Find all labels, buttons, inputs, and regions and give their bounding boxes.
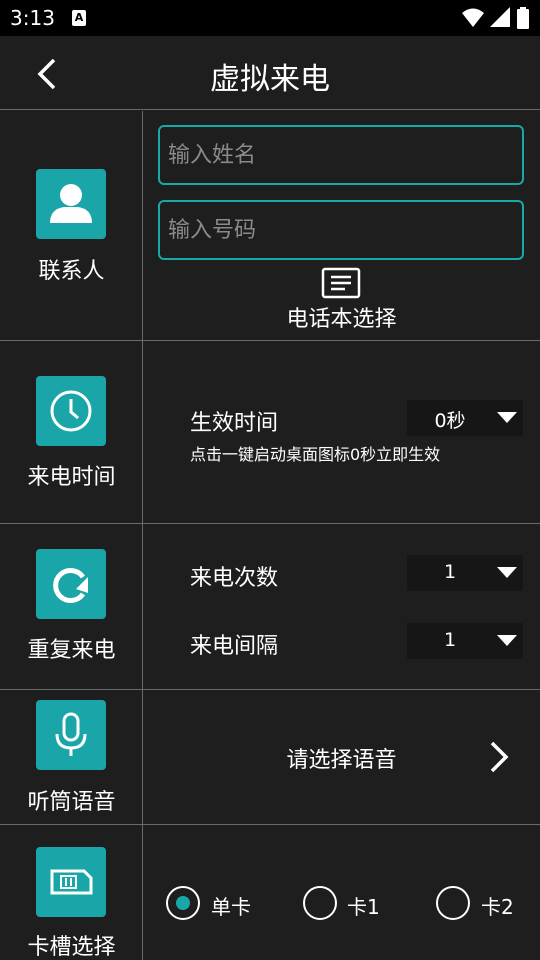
person-icon — [50, 184, 92, 223]
repeat-section: 重复来电 来电次数 1 来电间隔 1 — [0, 524, 540, 690]
call-interval-dropdown[interactable]: 1 — [407, 623, 523, 659]
call-count-value: 1 — [443, 561, 457, 583]
microphone-icon — [55, 712, 87, 756]
voice-tile — [36, 700, 106, 770]
chevron-right-icon — [490, 741, 509, 773]
call-time-tile — [36, 376, 106, 446]
radio-single-card[interactable] — [166, 886, 200, 920]
page-title-text: 虚拟来电 — [210, 62, 330, 97]
radio-card-2-label[interactable]: 卡2 — [481, 891, 514, 920]
contact-label: 联系人 — [38, 259, 105, 284]
name-input[interactable] — [168, 127, 514, 183]
effective-time-dropdown[interactable]: 0秒 — [407, 400, 523, 436]
call-time-label: 来电时间 — [27, 465, 116, 490]
sim-tile — [36, 847, 106, 917]
call-interval-value: 1 — [443, 629, 457, 651]
call-count-label: 来电次数 — [190, 566, 279, 591]
voice-section: 听筒语音 请选择语音 — [0, 690, 540, 825]
contact-section-header: 联系人 — [0, 111, 143, 340]
repeat-label: 重复来电 — [27, 638, 116, 663]
radio-single-card-label[interactable]: 单卡 — [211, 891, 251, 920]
call-interval-label: 来电间隔 — [190, 634, 279, 659]
dropdown-arrow-icon — [497, 567, 517, 578]
number-field[interactable] — [158, 200, 524, 260]
repeat-tile — [36, 549, 106, 619]
battery-icon — [517, 7, 529, 29]
page-title: 虚拟来电 — [0, 54, 540, 98]
radio-card-1[interactable] — [303, 886, 337, 920]
voice-label: 听筒语音 — [27, 790, 116, 815]
clock-icon — [50, 390, 92, 432]
phonebook-list-icon[interactable] — [321, 267, 361, 299]
repeat-section-header: 重复来电 — [0, 524, 143, 689]
status-bar: 3:13 A — [0, 0, 540, 36]
a-notification-icon: A — [72, 10, 86, 26]
sim-label: 卡槽选择 — [27, 935, 116, 960]
sim-section-header: 卡槽选择 — [0, 825, 143, 960]
select-voice-label: 请选择语音 — [286, 748, 397, 773]
wifi-icon — [462, 8, 484, 27]
radio-card-2[interactable] — [436, 886, 470, 920]
call-time-section: 来电时间 生效时间 0秒 点击一键启动桌面图标0秒立即生效 — [0, 341, 540, 524]
dropdown-arrow-icon — [497, 412, 517, 423]
sim-section: 卡槽选择 单卡 卡1 卡2 — [0, 825, 540, 960]
repeat-icon — [53, 568, 88, 603]
effective-time-hint: 点击一键启动桌面图标0秒立即生效 — [190, 445, 441, 464]
app-bar: 虚拟来电 — [0, 36, 540, 110]
sim-card-icon — [50, 869, 93, 895]
radio-selected-dot — [176, 896, 190, 910]
number-input[interactable] — [168, 202, 514, 258]
phonebook-select-button[interactable]: 电话本选择 — [143, 301, 540, 333]
voice-section-header: 听筒语音 — [0, 690, 143, 824]
call-count-dropdown[interactable]: 1 — [407, 555, 523, 591]
contact-tile — [36, 169, 106, 239]
dropdown-arrow-icon — [497, 635, 517, 646]
contact-section: 联系人 电话本选择 — [0, 111, 540, 341]
effective-time-label: 生效时间 — [190, 411, 279, 436]
signal-icon — [490, 7, 510, 27]
select-voice-button[interactable]: 请选择语音 — [143, 690, 540, 824]
name-field[interactable] — [158, 125, 524, 185]
call-time-section-header: 来电时间 — [0, 341, 143, 523]
effective-time-value: 0秒 — [434, 410, 466, 432]
status-time: 3:13 — [10, 6, 55, 30]
radio-card-1-label[interactable]: 卡1 — [347, 891, 380, 920]
